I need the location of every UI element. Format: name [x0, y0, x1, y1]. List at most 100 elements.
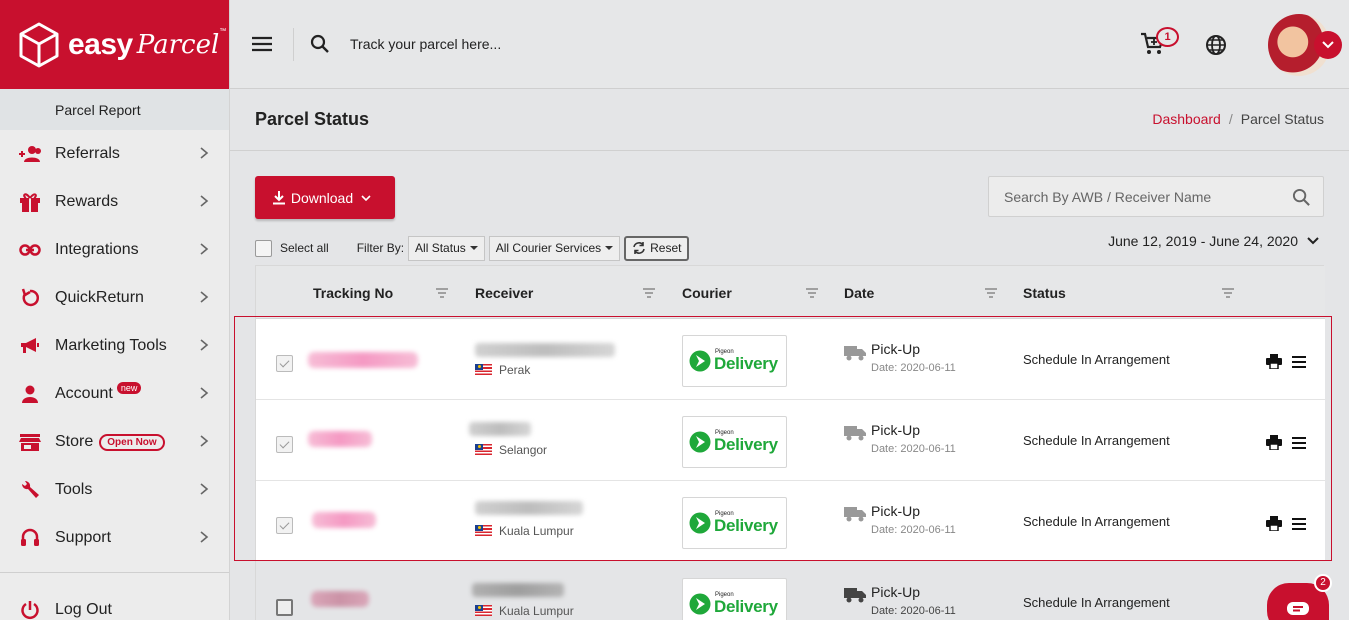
- courier-filter-select[interactable]: All Courier Services: [488, 235, 621, 261]
- sidebar-item-store[interactable]: Store Open Now: [0, 418, 229, 466]
- redacted-tracking-number[interactable]: [312, 512, 376, 528]
- user-icon: [17, 383, 43, 405]
- power-icon: [17, 599, 43, 620]
- redacted-tracking-number[interactable]: [311, 591, 369, 607]
- row-menu-icon[interactable]: [1292, 518, 1306, 530]
- awb-search-input[interactable]: [1004, 188, 1274, 205]
- chevron-right-icon: [200, 291, 209, 303]
- column-header-tracking[interactable]: Tracking No: [313, 285, 393, 301]
- courier-name: Delivery: [714, 597, 778, 616]
- sidebar-item-rewards[interactable]: Rewards: [0, 178, 229, 226]
- receiver-state: Kuala Lumpur: [499, 524, 574, 538]
- sort-icon[interactable]: [806, 288, 818, 298]
- brand-logo[interactable]: easy Parcel ™: [0, 0, 229, 89]
- redacted-tracking-number[interactable]: [308, 431, 372, 447]
- courier-filter-value: All Courier Services: [495, 241, 602, 255]
- courier-logo: Pigeon Delivery: [682, 578, 787, 620]
- sidebar-item-integrations[interactable]: Integrations: [0, 226, 229, 274]
- track-parcel-input[interactable]: Track your parcel here...: [350, 36, 501, 52]
- brand-word-parcel: Parcel: [136, 29, 220, 60]
- chevron-right-icon: [200, 387, 209, 399]
- malaysia-flag-icon: [475, 525, 492, 536]
- table-row[interactable]: Perak Pigeon Delivery Pick-Up Date: 2020-…: [256, 319, 1325, 400]
- printer-icon[interactable]: [1266, 354, 1282, 369]
- pigeon-delivery-logo-icon: [689, 593, 711, 615]
- sidebar-item-quickreturn[interactable]: QuickReturn: [0, 274, 229, 322]
- download-icon: [272, 190, 285, 204]
- megaphone-icon: [17, 335, 43, 357]
- sort-icon[interactable]: [643, 288, 655, 298]
- pickup-date: Date: 2020-06-11: [871, 524, 956, 536]
- box-logo-icon: [19, 22, 59, 67]
- cart-count-badge: 1: [1156, 27, 1179, 47]
- redacted-receiver-name: [472, 583, 564, 597]
- globe-icon[interactable]: [1205, 34, 1227, 56]
- pigeon-delivery-logo-icon: [689, 512, 711, 534]
- sidebar-divider: [0, 572, 229, 573]
- row-checkbox[interactable]: [276, 436, 293, 453]
- redacted-tracking-number[interactable]: [308, 352, 418, 368]
- select-all-checkbox[interactable]: [255, 239, 272, 257]
- printer-icon[interactable]: [1266, 435, 1282, 450]
- sidebar-item-label: Integrations: [55, 241, 139, 258]
- sidebar-item-support[interactable]: Support: [0, 514, 229, 562]
- status-filter-select[interactable]: All Status: [408, 235, 485, 261]
- table-row[interactable]: Selangor Pigeon Delivery Pick-Up Date: 20…: [256, 400, 1325, 481]
- sidebar-item-marketing-tools[interactable]: Marketing Tools: [0, 322, 229, 370]
- row-menu-icon[interactable]: [1292, 356, 1306, 368]
- sidebar-item-label: QuickReturn: [55, 289, 144, 306]
- download-button[interactable]: Download: [255, 176, 395, 219]
- column-header-courier[interactable]: Courier: [682, 285, 732, 301]
- sidebar-item-label: Account: [55, 385, 113, 402]
- sidebar-item-tools[interactable]: Tools: [0, 466, 229, 514]
- chevron-down-icon[interactable]: [1307, 236, 1319, 246]
- printer-icon[interactable]: [1266, 516, 1282, 531]
- redacted-receiver-name: [469, 422, 531, 436]
- sidebar-item-parcel-report[interactable]: Parcel Report: [0, 89, 229, 130]
- chevron-down-icon: [361, 194, 371, 201]
- row-checkbox[interactable]: [276, 599, 293, 616]
- pickup-type: Pick-Up: [871, 584, 921, 600]
- caret-down-icon: [605, 246, 614, 250]
- topbar-separator: [293, 28, 294, 61]
- search-icon[interactable]: [310, 34, 330, 54]
- search-icon[interactable]: [1292, 188, 1311, 207]
- column-header-receiver[interactable]: Receiver: [475, 285, 533, 301]
- column-header-date[interactable]: Date: [844, 285, 874, 301]
- receiver-state: Perak: [499, 363, 531, 377]
- shipment-status: Schedule In Arrangement: [1023, 514, 1170, 529]
- pickup-type: Pick-Up: [871, 503, 921, 519]
- breadcrumb: Dashboard / Parcel Status: [1152, 111, 1324, 127]
- sidebar-item-referrals[interactable]: Referrals: [0, 130, 229, 178]
- row-menu-icon[interactable]: [1292, 437, 1306, 449]
- breadcrumb-dashboard-link[interactable]: Dashboard: [1152, 111, 1221, 127]
- courier-logo: Pigeon Delivery: [682, 335, 787, 387]
- sort-icon[interactable]: [436, 288, 448, 298]
- hamburger-menu-icon[interactable]: [252, 36, 272, 52]
- referrals-icon: [17, 143, 43, 165]
- chevron-right-icon: [200, 531, 209, 543]
- headset-icon: [17, 527, 43, 549]
- filter-bar: Select all Filter By: All Status All Cou…: [255, 235, 690, 261]
- reset-button[interactable]: Reset: [624, 235, 690, 261]
- courier-name: Delivery: [714, 354, 778, 373]
- truck-icon: [844, 507, 866, 522]
- refresh-icon: [633, 242, 645, 254]
- table-row[interactable]: Kuala Lumpur Pigeon Delivery Pick-Up Date…: [256, 562, 1325, 620]
- receiver-state: Kuala Lumpur: [499, 604, 574, 618]
- date-range-picker[interactable]: June 12, 2019 - June 24, 2020: [1108, 233, 1298, 249]
- sidebar-item-label: Referrals: [55, 145, 120, 162]
- receiver-state: Selangor: [499, 443, 548, 457]
- select-all-label: Select all: [280, 241, 329, 255]
- chevron-right-icon: [200, 339, 209, 351]
- logout-button[interactable]: Log Out: [0, 586, 229, 620]
- column-header-status[interactable]: Status: [1023, 285, 1066, 301]
- row-checkbox[interactable]: [276, 517, 293, 534]
- sort-icon[interactable]: [985, 288, 997, 298]
- table-row[interactable]: Kuala Lumpur Pigeon Delivery Pick-Up Date…: [256, 481, 1325, 562]
- row-checkbox[interactable]: [276, 355, 293, 372]
- sort-icon[interactable]: [1222, 288, 1234, 298]
- sidebar-item-account[interactable]: Account new: [0, 370, 229, 418]
- avatar-dropdown-button[interactable]: [1314, 31, 1342, 59]
- link-icon: [17, 239, 43, 261]
